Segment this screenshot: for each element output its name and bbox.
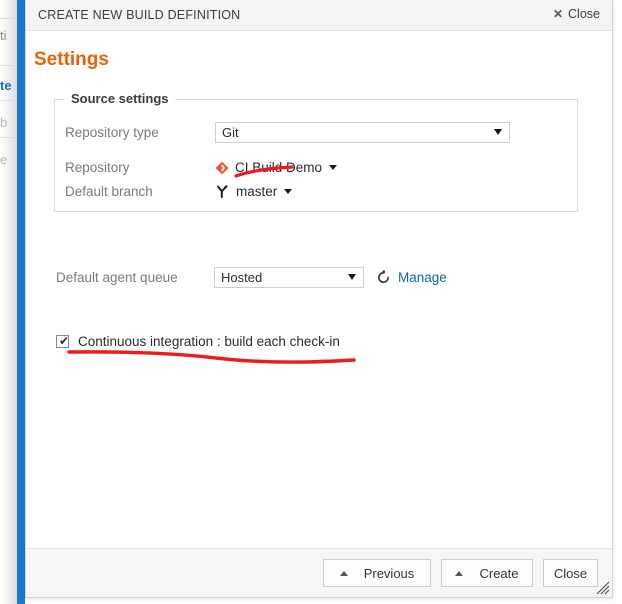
checkmark-icon: ✔	[59, 334, 70, 348]
create-button[interactable]: Create	[441, 559, 533, 587]
create-button-label: Create	[479, 565, 519, 581]
default-agent-queue-select[interactable]: Hosted	[214, 267, 364, 288]
dialog-footer-buttons: Previous Create Close	[323, 559, 598, 587]
background-text-fragment: te	[0, 78, 12, 93]
background-text-fragment: ti	[0, 28, 7, 43]
source-settings-legend: Source settings	[65, 91, 175, 106]
branch-icon	[217, 185, 228, 198]
repository-label: Repository	[65, 160, 130, 175]
background-left-column: ti te b e	[0, 0, 17, 604]
source-settings-group: Source settings Repository type Git Repo…	[54, 91, 578, 212]
resize-grip[interactable]	[596, 581, 610, 595]
default-agent-queue-label: Default agent queue	[56, 270, 178, 285]
continuous-integration-row: ✔ Continuous integration : build each ch…	[56, 334, 340, 349]
git-repository-diamond-icon	[215, 161, 229, 174]
refresh-icon	[378, 270, 390, 283]
repository-row: Repository CI Build Demo	[65, 160, 338, 175]
create-build-definition-dialog: CREATE NEW BUILD DEFINITION ✕ Close Sett…	[25, 0, 613, 598]
close-button-label: Close	[553, 565, 588, 581]
dialog-titlebar: CREATE NEW BUILD DEFINITION ✕ Close	[26, 0, 612, 31]
page-title: Settings	[34, 49, 109, 70]
chevron-down-icon	[284, 189, 293, 194]
chevron-down-icon	[348, 274, 356, 280]
default-branch-picker[interactable]: master	[215, 184, 293, 199]
background-text-fragment: b	[0, 115, 8, 130]
refresh-button[interactable]	[376, 270, 391, 285]
background-divider	[0, 65, 17, 66]
default-agent-queue-row: Default agent queue Hosted Manage	[56, 267, 447, 288]
repository-picker[interactable]: CI Build Demo	[215, 160, 338, 175]
close-button[interactable]: Close	[543, 559, 598, 587]
background-divider	[0, 18, 17, 19]
repository-type-value: Git	[222, 125, 239, 140]
close-dialog-button[interactable]: ✕ Close	[553, 7, 600, 21]
background-accent-bar	[17, 0, 25, 604]
chevron-up-icon	[339, 570, 348, 576]
continuous-integration-label: Continuous integration : build each chec…	[78, 334, 340, 349]
background-divider	[0, 137, 17, 138]
dialog-title: CREATE NEW BUILD DEFINITION	[38, 8, 241, 22]
default-branch-row: Default branch master	[65, 184, 293, 199]
dialog-footer: Previous Create Close	[26, 548, 612, 597]
repository-value: CI Build Demo	[235, 160, 323, 175]
previous-button-label: Previous	[363, 565, 415, 581]
previous-button[interactable]: Previous	[323, 559, 431, 587]
repository-type-label: Repository type	[65, 125, 159, 140]
continuous-integration-checkbox[interactable]: ✔	[56, 334, 70, 348]
default-branch-value: master	[236, 184, 278, 199]
chevron-up-icon	[455, 570, 464, 576]
background-divider	[0, 100, 17, 101]
chevron-down-icon	[494, 129, 502, 135]
default-agent-queue-value: Hosted	[221, 270, 263, 285]
background-text-fragment: e	[0, 152, 8, 167]
annotation-underline-continuous-integration	[67, 350, 356, 364]
repository-type-row: Repository type Git	[65, 122, 510, 143]
repository-type-select[interactable]: Git	[215, 122, 510, 143]
manage-link[interactable]: Manage	[398, 270, 447, 285]
close-x-icon: ✕	[552, 7, 564, 21]
dialog-body: Settings Source settings Repository type…	[26, 31, 612, 549]
close-dialog-label: Close	[568, 7, 600, 21]
chevron-down-icon	[329, 165, 338, 170]
default-branch-label: Default branch	[65, 184, 153, 199]
